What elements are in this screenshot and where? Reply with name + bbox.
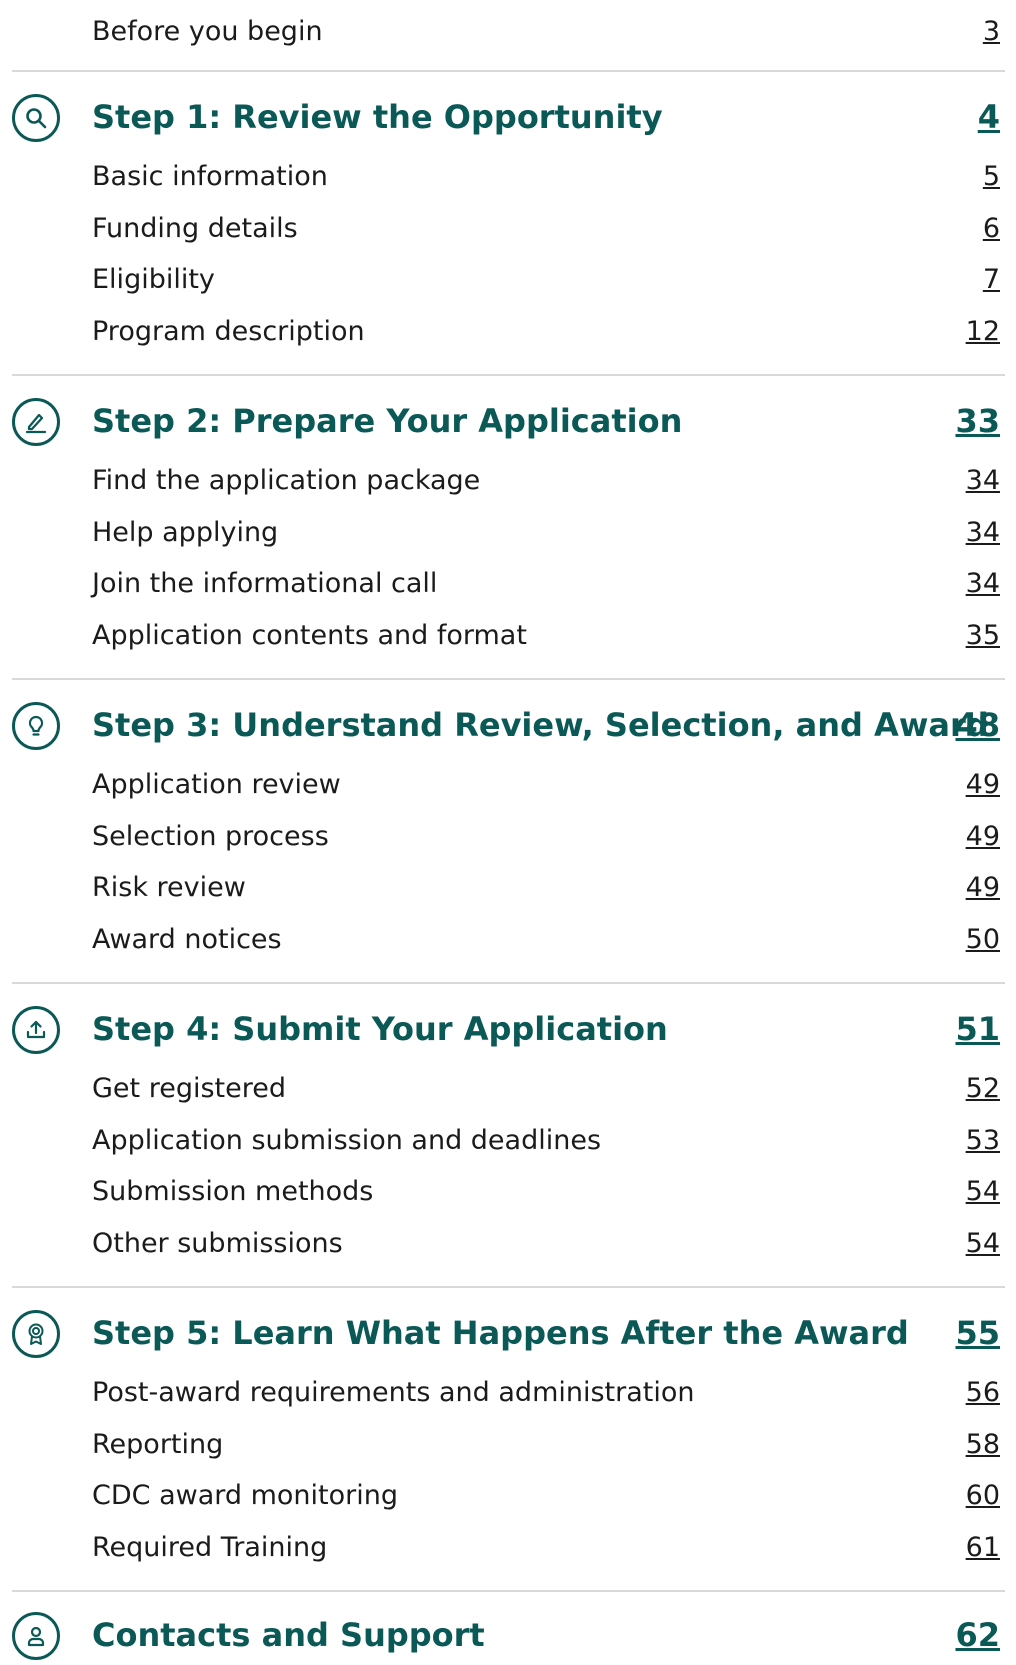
toc-page-link[interactable]: 3 [983, 16, 1000, 47]
toc-entry[interactable]: Selection process 49 [92, 816, 1000, 856]
toc-entry[interactable]: Program description 12 [92, 311, 1000, 351]
pencil-icon [12, 398, 60, 446]
toc-entry-label: Join the informational call [92, 567, 438, 599]
toc-entry[interactable]: Risk review 49 [92, 867, 1000, 907]
toc-page-link[interactable]: 34 [966, 517, 1000, 548]
toc-page-link[interactable]: 35 [966, 620, 1000, 651]
search-icon [12, 94, 60, 142]
toc-page-link[interactable]: 49 [966, 872, 1000, 903]
step-title: Step 5: Learn What Happens After the Awa… [92, 1314, 909, 1352]
toc-page-link[interactable]: 61 [966, 1532, 1000, 1563]
toc-entry-label: Award notices [92, 923, 282, 955]
section-divider [12, 1590, 1005, 1592]
toc-entry-label: Help applying [92, 516, 279, 548]
step-title: Step 2: Prepare Your Application [92, 402, 683, 440]
toc-entry[interactable]: Required Training 61 [92, 1527, 1000, 1567]
toc-entry-label: Selection process [92, 820, 329, 852]
toc-entry[interactable]: Eligibility 7 [92, 259, 1000, 299]
toc-page-link[interactable]: 58 [966, 1429, 1000, 1460]
section-divider [12, 678, 1005, 680]
toc-entry[interactable]: Join the informational call 34 [92, 563, 1000, 603]
toc-entry-label: CDC award monitoring [92, 1479, 398, 1511]
step-heading-row[interactable]: Step 4: Submit Your Application 51 [0, 1002, 1016, 1058]
toc-page-link[interactable]: 50 [966, 924, 1000, 955]
toc-entry[interactable]: Application submission and deadlines 53 [92, 1120, 1000, 1160]
step-title: Step 1: Review the Opportunity [92, 98, 663, 136]
toc-entry[interactable]: Get registered 52 [92, 1068, 1000, 1108]
lightbulb-icon [12, 702, 60, 750]
toc-page-link[interactable]: 52 [966, 1073, 1000, 1104]
section-divider [12, 374, 1005, 376]
toc-entry-before-you-begin[interactable]: Before you begin 3 [92, 10, 1000, 52]
toc-page-link[interactable]: 53 [966, 1125, 1000, 1156]
step-heading-row[interactable]: Contacts and Support 62 [0, 1608, 1016, 1664]
toc-entry[interactable]: Submission methods 54 [92, 1171, 1000, 1211]
toc-entry-label: Application contents and format [92, 619, 527, 651]
toc-page-link[interactable]: 56 [966, 1377, 1000, 1408]
step-page-link[interactable]: 62 [955, 1616, 1000, 1654]
toc-entry[interactable]: Application contents and format 35 [92, 615, 1000, 655]
toc-entry-label: Post-award requirements and administrati… [92, 1376, 695, 1408]
section-divider [12, 1286, 1005, 1288]
upload-icon [12, 1006, 60, 1054]
step-page-link[interactable]: 48 [955, 706, 1000, 744]
step-title: Contacts and Support [92, 1616, 485, 1654]
toc-page-link[interactable]: 49 [966, 821, 1000, 852]
toc-entry-label: Reporting [92, 1428, 224, 1460]
toc-page-link[interactable]: 5 [983, 161, 1000, 192]
toc-page-link[interactable]: 7 [983, 264, 1000, 295]
toc-entry-label: Risk review [92, 871, 246, 903]
person-icon [12, 1612, 60, 1660]
toc-entry[interactable]: Other submissions 54 [92, 1223, 1000, 1263]
section-divider [12, 982, 1005, 984]
toc-entry[interactable]: Post-award requirements and administrati… [92, 1372, 1000, 1412]
step-heading-row[interactable]: Step 1: Review the Opportunity 4 [0, 90, 1016, 146]
step-title: Step 3: Understand Review, Selection, an… [92, 706, 989, 744]
toc-entry-label: Application review [92, 768, 341, 800]
award-ribbon-icon [12, 1310, 60, 1358]
toc-page-link[interactable]: 60 [966, 1480, 1000, 1511]
section-divider [12, 70, 1005, 72]
step-heading-row[interactable]: Step 3: Understand Review, Selection, an… [0, 698, 1016, 754]
step-page-link[interactable]: 4 [978, 98, 1000, 136]
toc-entry[interactable]: Help applying 34 [92, 512, 1000, 552]
toc-entry-label: Required Training [92, 1531, 328, 1563]
toc-page-link[interactable]: 54 [966, 1228, 1000, 1259]
toc-entry[interactable]: Basic information 5 [92, 156, 1000, 196]
toc-entry-label: Program description [92, 315, 365, 347]
toc-entry-label: Basic information [92, 160, 328, 192]
toc-entry-label: Before you begin [92, 15, 323, 47]
toc-page-link[interactable]: 6 [983, 213, 1000, 244]
toc-page-link[interactable]: 34 [966, 465, 1000, 496]
toc-entry-label: Application submission and deadlines [92, 1124, 602, 1156]
step-heading-row[interactable]: Step 2: Prepare Your Application 33 [0, 394, 1016, 450]
toc-entry[interactable]: Find the application package 34 [92, 460, 1000, 500]
step-heading-row[interactable]: Step 5: Learn What Happens After the Awa… [0, 1306, 1016, 1362]
toc-entry-label: Submission methods [92, 1175, 374, 1207]
toc-entry-label: Get registered [92, 1072, 286, 1104]
toc-entry-label: Other submissions [92, 1227, 343, 1259]
step-title: Step 4: Submit Your Application [92, 1010, 668, 1048]
toc-entry[interactable]: Application review 49 [92, 764, 1000, 804]
toc-entry[interactable]: Reporting 58 [92, 1424, 1000, 1464]
toc-entry[interactable]: Funding details 6 [92, 208, 1000, 248]
step-page-link[interactable]: 51 [955, 1010, 1000, 1048]
toc-page-link[interactable]: 12 [966, 316, 1000, 347]
toc-entry-label: Find the application package [92, 464, 481, 496]
toc-entry[interactable]: CDC award monitoring 60 [92, 1475, 1000, 1515]
toc-page-link[interactable]: 54 [966, 1176, 1000, 1207]
toc-entry-label: Funding details [92, 212, 298, 244]
toc-page-link[interactable]: 34 [966, 568, 1000, 599]
toc-entry[interactable]: Award notices 50 [92, 919, 1000, 959]
step-page-link[interactable]: 55 [955, 1314, 1000, 1352]
toc-entry-label: Eligibility [92, 263, 215, 295]
step-page-link[interactable]: 33 [955, 402, 1000, 440]
toc-page-link[interactable]: 49 [966, 769, 1000, 800]
